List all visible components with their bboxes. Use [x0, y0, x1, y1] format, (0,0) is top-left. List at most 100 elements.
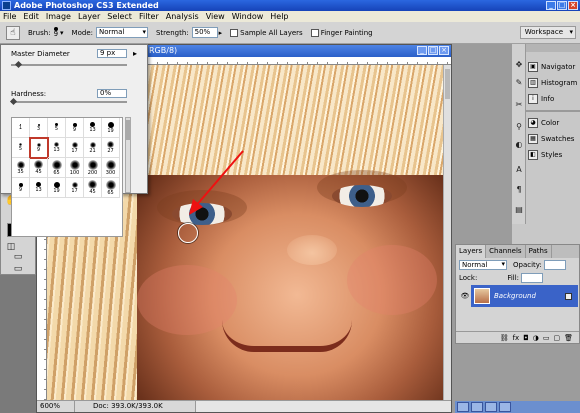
brush-preset-soft[interactable]: 17	[66, 178, 84, 198]
menu-select[interactable]: Select	[107, 12, 132, 21]
hardness-slider[interactable]	[11, 101, 127, 103]
dock-item-navigator[interactable]: ▣ Navigator	[512, 60, 580, 74]
brush-preset-soft[interactable]: 21	[84, 138, 102, 158]
brush-preset-soft[interactable]: 27	[102, 138, 120, 158]
sample-all-layers-checkbox[interactable]: Sample All Layers	[230, 28, 303, 37]
brush-preset-hard[interactable]: 1	[12, 118, 30, 138]
brush-preset-hard[interactable]: 9	[66, 118, 84, 138]
brush-preset-hard[interactable]: 5	[48, 118, 66, 138]
dock-item-histogram[interactable]: ▥ Histogram	[512, 76, 580, 90]
strength-dropdown-icon[interactable]: ▸	[219, 29, 223, 37]
doc-minimize-button[interactable]: _	[417, 46, 427, 55]
dock-item-label: Navigator	[541, 63, 576, 71]
menu-view[interactable]: View	[206, 12, 225, 21]
layer-style-icon[interactable]: fx	[513, 334, 520, 342]
brush-preset-hard[interactable]: 19	[102, 118, 120, 138]
maximize-button[interactable]: □	[557, 1, 567, 10]
blend-mode-select[interactable]: Normal	[459, 260, 507, 270]
vertical-scrollbar[interactable]	[443, 65, 451, 400]
brush-preset-soft[interactable]: 17	[66, 138, 84, 158]
menu-analysis[interactable]: Analysis	[166, 12, 199, 21]
brush-preset-soft[interactable]: 45	[84, 178, 102, 198]
opacity-input[interactable]	[543, 260, 566, 270]
menu-layer[interactable]: Layer	[78, 12, 100, 21]
taskbar-icon[interactable]	[471, 402, 483, 412]
master-diameter-slider[interactable]	[11, 64, 127, 66]
hardness-slider-thumb[interactable]	[9, 97, 18, 106]
adjustment-layer-icon[interactable]: ◑	[533, 334, 539, 342]
opacity-label: Opacity:	[513, 261, 542, 269]
brush-preset-soft[interactable]: 45	[30, 158, 48, 178]
fill-input[interactable]	[521, 273, 544, 283]
delete-layer-icon[interactable]: 🗑	[564, 334, 573, 342]
strength-input[interactable]: 50%	[191, 27, 218, 38]
smudge-tool-preset-icon[interactable]: ☝	[6, 25, 20, 40]
brush-preset-hard[interactable]: 9	[12, 178, 30, 198]
minimize-button[interactable]: _	[546, 1, 556, 10]
layers-panel: Layers Channels Paths Normal Opacity: Lo…	[455, 244, 580, 344]
brush-preset-soft[interactable]: 13	[48, 138, 66, 158]
horizontal-scrollbar[interactable]	[195, 401, 451, 412]
doc-maximize-button[interactable]: □	[428, 46, 438, 55]
mode-select[interactable]: Normal	[95, 27, 148, 38]
dock-item-swatches[interactable]: ▦ Swatches	[512, 132, 580, 146]
brush-size-label: 21	[89, 147, 96, 154]
menu-image[interactable]: Image	[46, 12, 71, 21]
doc-size-info[interactable]: Doc: 393.0K/393.0K	[75, 401, 195, 412]
menu-edit[interactable]: Edit	[23, 12, 39, 21]
dock-item-info[interactable]: i Info	[512, 92, 580, 106]
brush-preset-hard[interactable]: 13	[84, 118, 102, 138]
screen-mode-icon[interactable]: ▭	[12, 251, 24, 263]
brush-preset-soft[interactable]: 35	[12, 158, 30, 178]
tab-paths[interactable]: Paths	[526, 245, 552, 258]
menu-file[interactable]: File	[3, 12, 16, 21]
new-group-icon[interactable]: ▭	[543, 334, 550, 342]
brush-size-label: 27	[107, 148, 114, 154]
brush-preset-soft[interactable]: 300	[102, 158, 120, 178]
paragraph-icon[interactable]: ¶	[514, 185, 524, 195]
brush-preset-soft[interactable]: 65	[48, 158, 66, 178]
text-icon[interactable]: A	[514, 165, 524, 175]
brush-preset-soft[interactable]: 200	[84, 158, 102, 178]
brush-preview-button[interactable]: 9	[54, 27, 58, 38]
layer-mask-icon[interactable]: ◘	[523, 334, 529, 342]
taskbar-icon[interactable]	[457, 402, 469, 412]
notes-icon[interactable]: ▤	[514, 205, 524, 215]
picker-menu-arrow-icon[interactable]: ▸	[133, 49, 137, 58]
taskbar-icon[interactable]	[499, 402, 511, 412]
workspace-button[interactable]: Workspace ▾	[519, 26, 576, 39]
brush-label: Brush:	[28, 28, 51, 37]
brush-preset-soft[interactable]: 5	[12, 138, 30, 158]
brush-preset-hard[interactable]: 3	[30, 118, 48, 138]
dock-item-color[interactable]: ◕ Color	[512, 116, 580, 130]
brush-grid-scrollbar[interactable]	[125, 117, 131, 193]
brush-preset-soft[interactable]: 100	[66, 158, 84, 178]
new-layer-icon[interactable]: ▢	[553, 334, 560, 342]
brush-dropdown-icon[interactable]: ▾	[60, 29, 64, 37]
master-diameter-slider-thumb[interactable]	[14, 60, 22, 69]
layers-blend-row: Normal Opacity:	[459, 260, 566, 270]
finger-painting-checkbox[interactable]: Finger Painting	[310, 28, 373, 37]
taskbar-icon[interactable]	[485, 402, 497, 412]
hardness-input[interactable]: 0%	[97, 89, 127, 98]
menu-filter[interactable]: Filter	[139, 12, 159, 21]
link-layers-icon[interactable]: ⛓	[500, 334, 509, 342]
tab-channels[interactable]: Channels	[486, 245, 526, 258]
visibility-eye-icon[interactable]: 👁	[459, 285, 471, 307]
lock-icon	[565, 292, 572, 300]
dock-item-styles[interactable]: ◧ Styles	[512, 148, 580, 162]
brush-preset-hard[interactable]: 19	[48, 178, 66, 198]
scroll-thumb[interactable]	[445, 69, 450, 99]
layer-row-background[interactable]: 👁 Background	[459, 285, 578, 307]
master-diameter-input[interactable]: 9 px	[97, 49, 127, 58]
close-button[interactable]: ×	[568, 1, 578, 10]
menu-help[interactable]: Help	[270, 12, 288, 21]
brush-preset-hard[interactable]: 13	[30, 178, 48, 198]
brush-preset-soft[interactable]: 9	[29, 137, 49, 159]
doc-close-button[interactable]: ×	[439, 46, 449, 55]
zoom-level[interactable]: 600%	[37, 401, 75, 412]
jump-to-imageready-icon[interactable]: ▭	[12, 263, 24, 275]
menu-window[interactable]: Window	[232, 12, 264, 21]
tab-layers[interactable]: Layers	[456, 245, 487, 258]
brush-preset-soft[interactable]: 65	[102, 178, 120, 198]
